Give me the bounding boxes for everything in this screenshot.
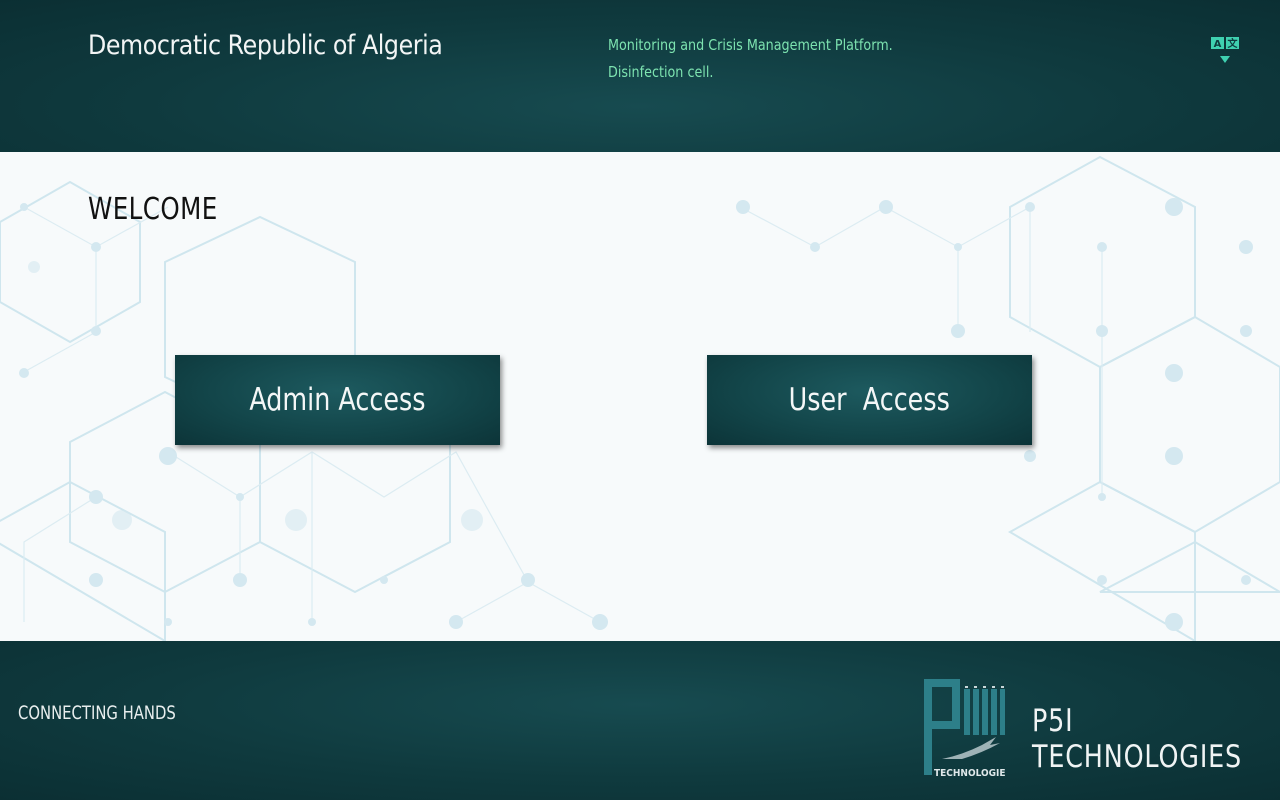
admin-access-label: Admin Access <box>249 382 426 418</box>
welcome-panel: WELCOME Admin Access User Access <box>0 152 1280 641</box>
platform-subtitle: Disinfection cell. <box>608 63 714 81</box>
platform-description: Monitoring and Crisis Management Platfor… <box>608 32 893 86</box>
admin-access-button[interactable]: Admin Access <box>175 355 500 445</box>
svg-text:A: A <box>1214 39 1222 50</box>
welcome-heading: WELCOME <box>88 192 218 227</box>
company-name: P5I TECHNOLOGIES <box>1032 703 1242 775</box>
svg-text:TECHNOLOGIES: TECHNOLOGIES <box>934 768 1006 779</box>
translate-icon: A 文 <box>1211 37 1239 63</box>
p5i-logo-icon: TECHNOLOGIES <box>924 679 1012 779</box>
footer-tagline: CONNECTING HANDS <box>18 702 176 724</box>
user-access-button[interactable]: User Access <box>707 355 1032 445</box>
company-logo: TECHNOLOGIES <box>922 679 1012 779</box>
user-access-label: User Access <box>788 382 951 418</box>
country-title: Democratic Republic of Algeria <box>88 30 443 61</box>
footer-bar: CONNECTING HANDS TECHNOLOGIES P5I TECHNO… <box>0 641 1280 800</box>
language-switch-button[interactable]: A 文 <box>1210 36 1240 66</box>
svg-text:文: 文 <box>1228 37 1239 50</box>
header-bar: Democratic Republic of Algeria Monitorin… <box>0 0 1280 152</box>
platform-title: Monitoring and Crisis Management Platfor… <box>608 36 893 54</box>
